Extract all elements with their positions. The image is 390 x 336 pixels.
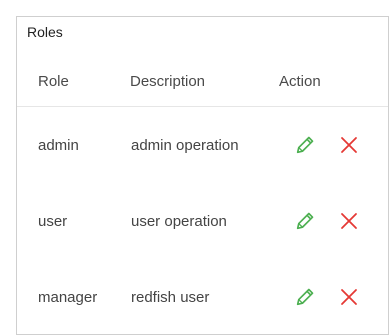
close-icon — [339, 287, 359, 307]
description-cell: redfish user — [131, 288, 210, 306]
edit-button[interactable] — [293, 285, 317, 309]
close-icon — [339, 135, 359, 155]
table-header: Role Description Action — [17, 57, 388, 107]
pencil-icon — [294, 286, 316, 308]
header-role: Role — [38, 73, 69, 90]
table-row: manager redfish user — [17, 259, 388, 335]
role-cell: manager — [38, 288, 98, 306]
header-action: Action — [279, 73, 321, 90]
roles-panel: Roles Role Description Action admin admi… — [16, 16, 389, 335]
edit-button[interactable] — [293, 209, 317, 233]
pencil-icon — [294, 134, 316, 156]
row-actions — [293, 107, 361, 183]
table-row: admin admin operation — [17, 107, 388, 183]
close-icon — [339, 211, 359, 231]
delete-button[interactable] — [337, 285, 361, 309]
header-description: Description — [130, 73, 206, 90]
table-row: user user operation — [17, 183, 388, 259]
role-cell: user — [38, 212, 68, 230]
edit-button[interactable] — [293, 133, 317, 157]
description-cell: admin operation — [131, 136, 239, 154]
panel-title: Roles — [27, 24, 63, 40]
delete-button[interactable] — [337, 133, 361, 157]
pencil-icon — [294, 210, 316, 232]
delete-button[interactable] — [337, 209, 361, 233]
role-cell: admin — [38, 136, 79, 154]
description-cell: user operation — [131, 212, 227, 230]
row-actions — [293, 259, 361, 335]
row-actions — [293, 183, 361, 259]
